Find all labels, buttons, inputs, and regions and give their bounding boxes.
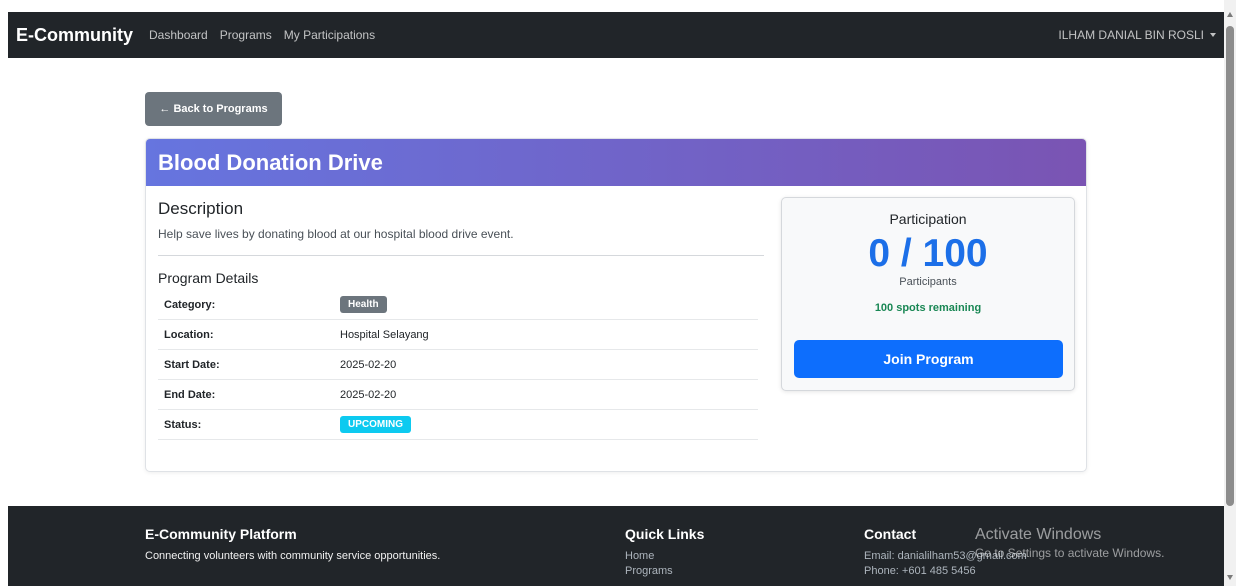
- back-to-programs-button[interactable]: ← Back to Programs: [145, 92, 282, 126]
- footer-platform-title: E-Community Platform: [145, 526, 297, 542]
- participants-label: Participants: [899, 276, 957, 288]
- watermark-title: Activate Windows: [975, 526, 1102, 543]
- detail-value: 2025-02-20: [340, 388, 397, 401]
- footer-phone: Phone: +601 485 5456: [864, 565, 976, 577]
- detail-label: End Date:: [164, 388, 216, 401]
- detail-row-end-date: End Date: 2025-02-20: [158, 380, 758, 410]
- footer-link-home[interactable]: Home: [625, 550, 704, 562]
- watermark-subtitle: Go to Settings to activate Windows.: [975, 546, 1165, 560]
- footer-platform-text: Connecting volunteers with community ser…: [145, 550, 441, 562]
- page-scrollbar[interactable]: [1224, 0, 1236, 586]
- program-title: Blood Donation Drive: [158, 149, 383, 175]
- participant-count: 0 / 100: [868, 232, 988, 275]
- top-navbar: E-Community Dashboard Programs My Partic…: [8, 12, 1224, 58]
- participation-card: Participation 0 / 100 Participants 100 s…: [781, 197, 1075, 391]
- detail-label: Start Date:: [164, 358, 220, 371]
- detail-row-start-date: Start Date: 2025-02-20: [158, 350, 758, 380]
- program-card: Blood Donation Drive Description Help sa…: [145, 138, 1087, 472]
- detail-label: Category:: [164, 298, 216, 311]
- activate-windows-watermark: Activate Windows Go to Settings to activ…: [975, 526, 1164, 560]
- footer-links-title: Quick Links: [625, 526, 705, 542]
- nav-link-my-participations[interactable]: My Participations: [284, 28, 375, 42]
- detail-row-location: Location: Hospital Selayang: [158, 320, 758, 350]
- description-heading: Description: [158, 199, 244, 218]
- category-badge: Health: [340, 296, 387, 313]
- nav-link-dashboard[interactable]: Dashboard: [149, 28, 208, 42]
- join-program-button[interactable]: Join Program: [794, 340, 1063, 378]
- program-card-header: Blood Donation Drive: [146, 139, 1086, 186]
- nav-link-programs[interactable]: Programs: [220, 28, 272, 42]
- details-heading: Program Details: [158, 270, 259, 286]
- detail-value: 2025-02-20: [340, 358, 397, 371]
- spots-remaining: 100 spots remaining: [874, 302, 982, 314]
- scroll-up-arrow-icon[interactable]: [1227, 12, 1233, 17]
- footer-link-programs[interactable]: Programs: [625, 565, 704, 577]
- status-badge: UPCOMING: [340, 416, 411, 433]
- footer-quick-links: Quick Links Home Programs: [625, 526, 704, 580]
- detail-label: Location:: [164, 328, 214, 341]
- detail-row-category: Category: Health: [158, 290, 758, 320]
- footer-about: E-Community Platform Connecting voluntee…: [145, 526, 440, 562]
- program-description: Help save lives by donating blood at our…: [158, 227, 764, 256]
- detail-row-status: Status: UPCOMING: [158, 410, 758, 440]
- scroll-thumb[interactable]: [1226, 26, 1234, 506]
- scroll-down-arrow-icon[interactable]: [1227, 575, 1233, 580]
- participation-title: Participation: [889, 211, 967, 227]
- brand-logo[interactable]: E-Community: [16, 25, 133, 46]
- caret-down-icon: [1210, 33, 1216, 37]
- details-table: Category: Health Location: Hospital Sela…: [158, 290, 758, 440]
- user-menu-toggle[interactable]: ILHAM DANIAL BIN ROSLI: [1058, 28, 1216, 42]
- detail-label: Status:: [164, 418, 202, 431]
- detail-value: Hospital Selayang: [340, 328, 429, 341]
- program-info: Description Help save lives by donating …: [158, 199, 764, 440]
- user-name: ILHAM DANIAL BIN ROSLI: [1058, 28, 1204, 42]
